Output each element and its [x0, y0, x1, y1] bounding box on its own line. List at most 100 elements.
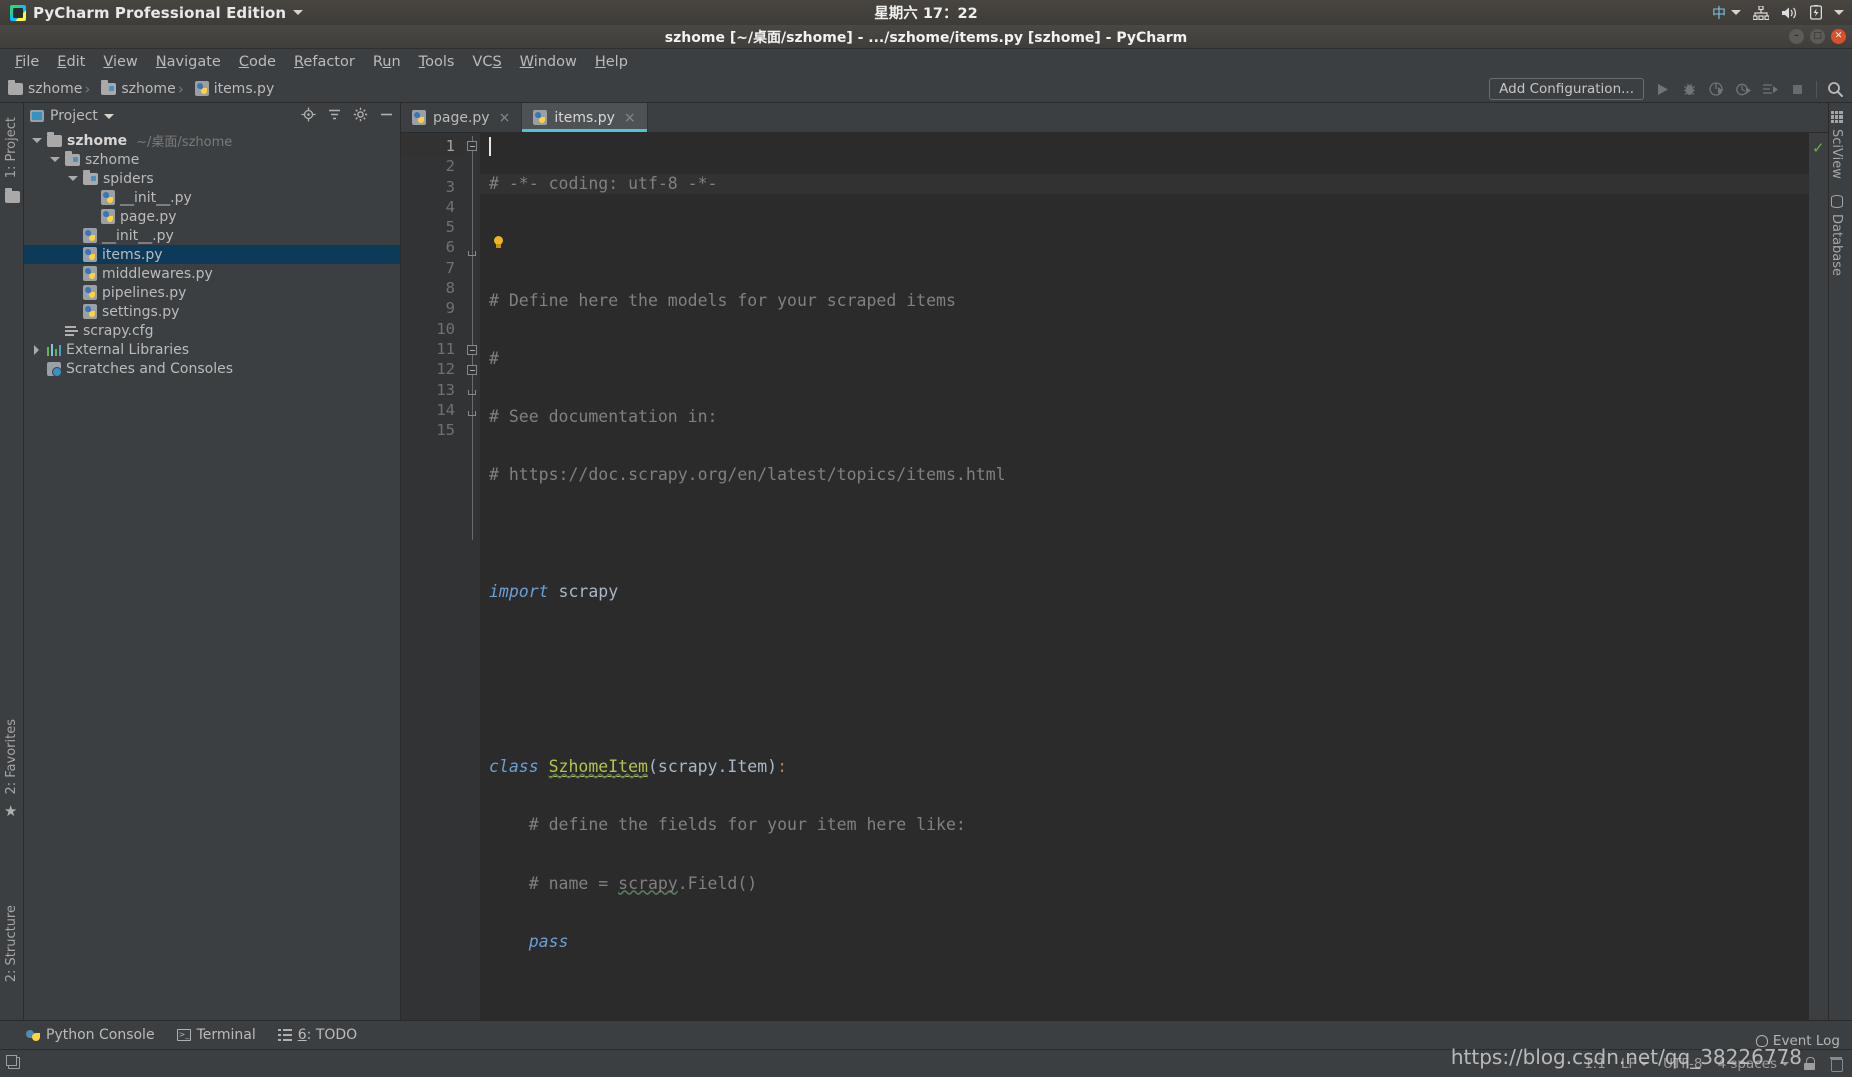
- code-line-13[interactable]: # name = scrapy.Field(): [480, 874, 1809, 894]
- minimize-button[interactable]: –: [1789, 29, 1804, 44]
- close-icon[interactable]: ×: [624, 110, 636, 126]
- line-number-6[interactable]: 6: [401, 237, 464, 257]
- collapse-all-icon[interactable]: [327, 107, 342, 126]
- profile-icon[interactable]: [1735, 81, 1752, 98]
- editor-tab-page-py[interactable]: page.py ×: [401, 103, 523, 132]
- menu-edit[interactable]: Edit: [48, 51, 94, 73]
- tree-item-scratches-and-consoles[interactable]: Scratches and Consoles: [24, 359, 400, 378]
- menu-refactor[interactable]: Refactor: [285, 51, 364, 73]
- code-line-9[interactable]: [480, 640, 1809, 660]
- debug-icon[interactable]: [1681, 81, 1698, 98]
- code-line-3[interactable]: # Define here the models for your scrape…: [480, 291, 1809, 311]
- code-line-10[interactable]: [480, 699, 1809, 719]
- line-number-1[interactable]: 1: [401, 136, 464, 157]
- tree-item--init-py[interactable]: __init__.py: [24, 226, 400, 245]
- fold-marker-line12[interactable]: [467, 365, 477, 375]
- app-indicator[interactable]: PyCharm Professional Edition: [0, 0, 313, 25]
- sidebar-item-structure[interactable]: 2: Structure: [4, 905, 19, 982]
- menu-run[interactable]: Run: [364, 51, 410, 73]
- code-line-5[interactable]: # See documentation in:: [480, 407, 1809, 427]
- code-line-2[interactable]: [480, 232, 1809, 252]
- tree-item-settings-py[interactable]: settings.py: [24, 302, 400, 321]
- tree-item-szhome[interactable]: szhome ~/桌面/szhome: [24, 131, 400, 150]
- code-line-8[interactable]: import scrapy: [480, 582, 1809, 602]
- menu-vcs[interactable]: VCS: [463, 51, 510, 73]
- sidebar-item-sciview[interactable]: SciView: [1829, 111, 1844, 179]
- code-line-4[interactable]: #: [480, 349, 1809, 369]
- sidebar-item-project[interactable]: 1: Project: [4, 117, 19, 178]
- lock-icon[interactable]: [1804, 1057, 1815, 1070]
- tool-window-python-console[interactable]: Python Console: [26, 1027, 155, 1043]
- run-with-console-icon[interactable]: [1762, 81, 1779, 98]
- line-number-gutter[interactable]: 1 2 3 4 5 6 7 8 9 10 11 12 13 14 15: [401, 133, 464, 1020]
- breadcrumb-item-project[interactable]: szhome: [8, 79, 82, 97]
- tree-item-scrapy-cfg[interactable]: scrapy.cfg: [24, 321, 400, 340]
- menu-help[interactable]: Help: [586, 51, 637, 73]
- menu-window[interactable]: Window: [511, 51, 586, 73]
- menu-file[interactable]: File: [6, 51, 48, 73]
- chevron-down-icon[interactable]: [103, 113, 114, 119]
- gear-icon[interactable]: [353, 107, 368, 126]
- line-number-15[interactable]: 15: [401, 420, 464, 440]
- hide-panel-icon[interactable]: [379, 107, 394, 126]
- inspection-status-strip[interactable]: ✓: [1809, 133, 1828, 1020]
- tree-item-page-py[interactable]: page.py: [24, 207, 400, 226]
- chevron-down-icon[interactable]: [293, 10, 304, 15]
- line-number-9[interactable]: 9: [401, 298, 464, 318]
- line-number-14[interactable]: 14: [401, 400, 464, 420]
- line-number-10[interactable]: 10: [401, 319, 464, 339]
- line-number-8[interactable]: 8: [401, 278, 464, 298]
- breadcrumb-item-file[interactable]: items.py: [176, 80, 274, 98]
- code-line-12[interactable]: # define the fields for your item here l…: [480, 815, 1809, 835]
- run-coverage-icon[interactable]: [1708, 81, 1725, 98]
- sidebar-item-favorites[interactable]: 2: Favorites: [4, 719, 19, 795]
- code-line-6[interactable]: # https://doc.scrapy.org/en/latest/topic…: [480, 465, 1809, 485]
- tree-item--init-py[interactable]: __init__.py: [24, 188, 400, 207]
- stop-icon[interactable]: [1789, 81, 1806, 98]
- run-icon[interactable]: [1654, 81, 1671, 98]
- volume-icon[interactable]: [1781, 6, 1798, 20]
- menu-code[interactable]: Code: [230, 51, 285, 73]
- fold-marker-line11[interactable]: [467, 345, 477, 355]
- menu-navigate[interactable]: Navigate: [147, 51, 230, 73]
- close-button[interactable]: ✕: [1831, 29, 1846, 44]
- intention-bulb-icon[interactable]: [493, 236, 504, 249]
- network-icon[interactable]: [1753, 5, 1769, 20]
- line-number-5[interactable]: 5: [401, 217, 464, 237]
- code-folding-strip[interactable]: [464, 133, 480, 1020]
- search-everywhere-icon[interactable]: [1827, 81, 1844, 98]
- tree-twisty-open-icon[interactable]: [68, 174, 78, 184]
- add-configuration-button[interactable]: Add Configuration...: [1489, 78, 1644, 100]
- tree-twisty-closed-icon[interactable]: [32, 344, 42, 355]
- code-line-11[interactable]: class SzhomeItem(scrapy.Item):: [480, 756, 1809, 777]
- code-line-7[interactable]: [480, 524, 1809, 544]
- editor-tab-items-py[interactable]: items.py ×: [522, 103, 648, 132]
- project-tree[interactable]: szhome ~/桌面/szhome szhome spiders __init__.p…: [24, 129, 400, 1020]
- line-number-3[interactable]: 3: [401, 177, 464, 197]
- tool-window-todo[interactable]: 6: TODO: [278, 1027, 357, 1043]
- line-number-7[interactable]: 7: [401, 258, 464, 278]
- chevron-down-icon[interactable]: [1731, 10, 1741, 15]
- tree-item-items-py[interactable]: items.py: [24, 245, 400, 264]
- maximize-button[interactable]: □: [1810, 29, 1825, 44]
- tree-item-szhome[interactable]: szhome: [24, 150, 400, 169]
- inspection-ok-check-icon[interactable]: ✓: [1812, 139, 1825, 157]
- tree-item-spiders[interactable]: spiders: [24, 169, 400, 188]
- line-number-13[interactable]: 13: [401, 380, 464, 400]
- line-number-11[interactable]: 11: [401, 339, 464, 359]
- line-number-12[interactable]: 12: [401, 359, 464, 379]
- menu-tools[interactable]: Tools: [410, 51, 464, 73]
- code-line-14[interactable]: pass: [480, 932, 1809, 952]
- code-line-1[interactable]: # -*- coding: utf-8 -*-: [480, 174, 1809, 195]
- tree-item-external-libraries[interactable]: External Libraries: [24, 340, 400, 359]
- input-method-indicator[interactable]: 中: [1712, 3, 1741, 23]
- code-text-area[interactable]: # -*- coding: utf-8 -*- # Define here th…: [480, 133, 1809, 1020]
- line-number-2[interactable]: 2: [401, 156, 464, 176]
- tree-item-middlewares-py[interactable]: middlewares.py: [24, 264, 400, 283]
- menu-view[interactable]: View: [94, 51, 146, 73]
- chevron-down-icon[interactable]: [1834, 10, 1844, 15]
- tool-window-terminal[interactable]: Terminal: [176, 1027, 256, 1043]
- sidebar-item-database[interactable]: Database: [1829, 194, 1844, 276]
- battery-icon[interactable]: [1810, 5, 1822, 20]
- code-editor[interactable]: 1 2 3 4 5 6 7 8 9 10 11 12 13 14 15 # -*- coding: utf-…: [401, 133, 1828, 1020]
